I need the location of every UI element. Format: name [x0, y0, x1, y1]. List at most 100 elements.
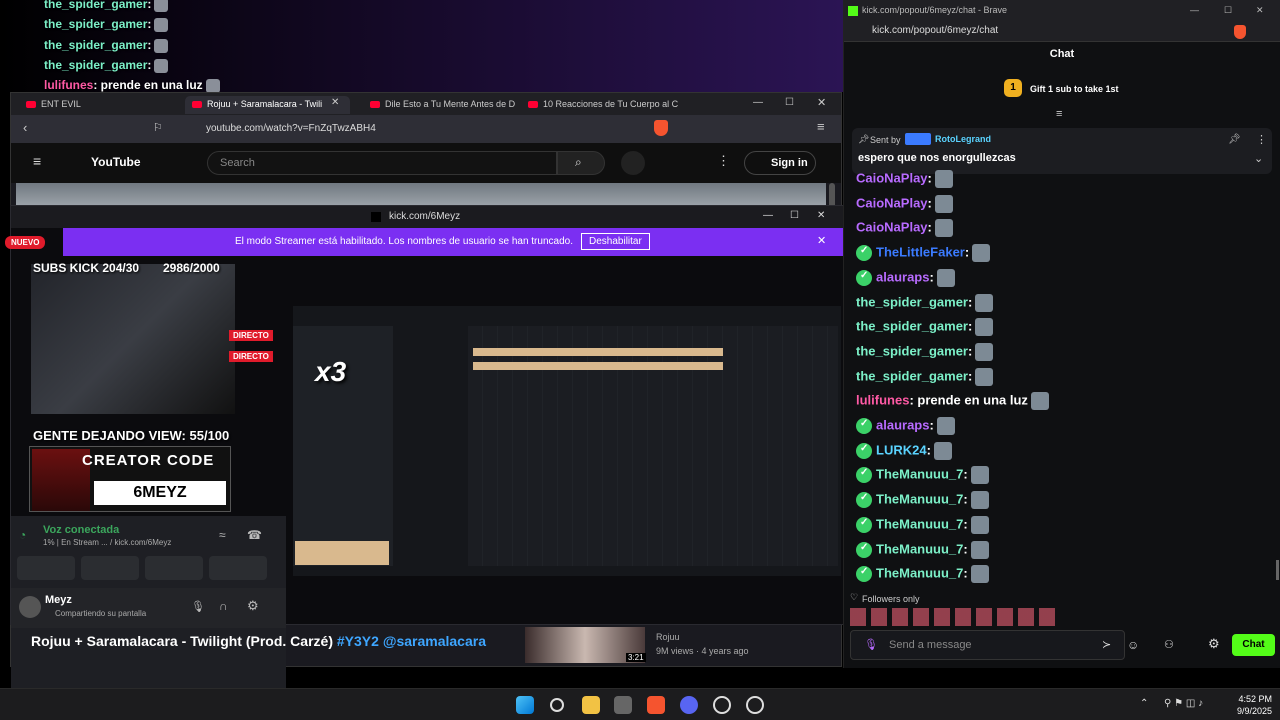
chat-username[interactable]: TheLittleFaker: [876, 245, 965, 260]
close-icon[interactable]: ✕: [1256, 5, 1264, 16]
maximize-icon[interactable]: ☐: [790, 210, 799, 221]
tray-icons[interactable]: ⚲ ⚑ ◫ ♪: [1164, 698, 1203, 709]
chat-urlbar[interactable]: kick.com/popout/6meyz/chat: [844, 22, 1280, 42]
chat-username[interactable]: alauraps: [876, 269, 929, 284]
close-window-icon[interactable]: ✕: [817, 96, 826, 109]
url-field[interactable]: youtube.com/watch?v=FnZqTwzABH4: [181, 119, 651, 139]
brave-shield-icon[interactable]: [654, 120, 668, 136]
calculator-icon[interactable]: [614, 696, 632, 714]
pinned-expand-icon[interactable]: ⌄: [1254, 152, 1263, 165]
back-icon[interactable]: ‹: [23, 120, 27, 135]
emote-icon: [934, 170, 953, 188]
video-title[interactable]: Rojuu + Saramalacara - Twilight (Prod. C…: [31, 633, 486, 649]
emote-icon: [970, 491, 989, 510]
minimize-icon[interactable]: —: [763, 210, 773, 221]
settings-icon[interactable]: [746, 696, 764, 714]
chat-scrollbar[interactable]: [1276, 560, 1279, 580]
tab-1[interactable]: ENT EVIL: [19, 96, 179, 114]
activity-button[interactable]: [145, 556, 203, 580]
kick-titlebar: kick.com/6Meyz — ☐ ✕: [11, 206, 843, 228]
disable-button[interactable]: Deshabilitar: [581, 233, 650, 250]
noise-icon[interactable]: ≈: [219, 528, 226, 542]
overlay-chat-line: the_spider_gamer:: [44, 38, 169, 53]
chat-username[interactable]: CaioNaPlay: [856, 220, 928, 235]
tab-2-active[interactable]: Rojuu + Saramalacara - Twili: [185, 96, 350, 114]
headset-icon[interactable]: ∩: [219, 599, 228, 613]
close-tab-icon[interactable]: ✕: [331, 97, 339, 108]
hamburger-icon[interactable]: ≡: [33, 153, 41, 169]
chat-username[interactable]: the_spider_gamer: [856, 294, 968, 309]
search-icon[interactable]: [550, 698, 564, 712]
search-button[interactable]: ⌕: [557, 151, 605, 175]
command-icon[interactable]: ≻: [1102, 638, 1111, 651]
chat-username[interactable]: TheManuuu_7: [876, 492, 963, 507]
tab-4[interactable]: 10 Reacciones de Tu Cuerpo al C: [521, 96, 691, 114]
screenshare-button[interactable]: [81, 556, 139, 580]
emoji-icon[interactable]: ☺: [1127, 638, 1139, 652]
youtube-logo[interactable]: YouTube: [91, 155, 141, 169]
settings-icon[interactable]: ⚙: [1208, 636, 1220, 652]
chat-username[interactable]: LURK24: [876, 442, 927, 457]
avatar[interactable]: [19, 596, 41, 618]
clock[interactable]: 4:52 PM 9/9/2025: [1222, 693, 1272, 717]
chat-input[interactable]: Send a message: [850, 630, 1125, 660]
sign-in-button[interactable]: Sign in: [744, 151, 816, 175]
mic-icon[interactable]: 🎙︎: [191, 600, 205, 613]
user-status: Compartiendo su pantalla: [55, 609, 147, 618]
overlay-chat-line: the_spider_gamer:: [44, 17, 169, 32]
search-input[interactable]: Search: [207, 151, 557, 175]
chat-username[interactable]: the_spider_gamer: [856, 343, 968, 358]
view-goal: 2986/2000: [163, 261, 220, 275]
chat-username[interactable]: lulifunes: [856, 393, 909, 408]
discord-icon[interactable]: [680, 696, 698, 714]
more-icon[interactable]: ⋮: [717, 153, 730, 169]
send-chat-button[interactable]: Chat: [1232, 634, 1275, 656]
chat-username[interactable]: TheManuuu_7: [876, 541, 963, 556]
chat-username[interactable]: CaioNaPlay: [856, 195, 928, 210]
minimize-icon[interactable]: —: [1190, 5, 1199, 15]
chat-username[interactable]: alauraps: [876, 417, 929, 432]
video-mention[interactable]: @saramalacara: [383, 633, 486, 649]
disconnect-icon[interactable]: ☎: [247, 528, 262, 542]
soundboard-button[interactable]: [209, 556, 267, 580]
users-icon[interactable]: ⚇: [1164, 638, 1174, 651]
creator-code-value: 6MEYZ: [94, 481, 226, 505]
chat-message: the_spider_gamer:: [856, 342, 994, 365]
file-explorer-icon[interactable]: [582, 696, 600, 714]
tray-chevron-icon[interactable]: ⌃: [1140, 698, 1148, 709]
maximize-icon[interactable]: ☐: [785, 97, 794, 108]
video-hashtag[interactable]: #Y3Y2: [337, 633, 379, 649]
menu-icon[interactable]: ≡: [817, 119, 825, 134]
brave-icon[interactable]: [647, 696, 665, 714]
chat-username[interactable]: the_spider_gamer: [856, 368, 968, 383]
close-icon[interactable]: ✕: [817, 210, 825, 221]
pinned-collapse-icon[interactable]: ≡: [1056, 108, 1062, 120]
settings-icon[interactable]: ⚙: [247, 598, 259, 614]
related-channel[interactable]: Rojuu: [656, 632, 680, 642]
start-icon[interactable]: [516, 696, 534, 714]
bookmark-icon[interactable]: ⚐: [153, 121, 163, 134]
chat-username[interactable]: TheManuuu_7: [876, 566, 963, 581]
gift-banner[interactable]: 1 Gift 1 sub to take 1st: [844, 78, 1280, 102]
chat-username[interactable]: the_spider_gamer: [856, 319, 968, 334]
nuevo-badge: NUEVO: [5, 236, 46, 249]
chat-username[interactable]: CaioNaPlay: [856, 170, 928, 185]
close-banner-icon[interactable]: ✕: [817, 234, 826, 247]
unpin-icon[interactable]: 📌︎: [1228, 134, 1241, 145]
mic-icon[interactable]: 🎙︎: [864, 638, 878, 651]
minimize-icon[interactable]: —: [753, 97, 763, 108]
chat-username[interactable]: TheManuuu_7: [876, 516, 963, 531]
audio-clip: [473, 348, 723, 356]
maximize-icon[interactable]: ☐: [1224, 5, 1232, 16]
pinned-user[interactable]: RotoLegrand: [935, 134, 991, 144]
tab-3[interactable]: Dile Esto a Tu Mente Antes de D: [363, 96, 528, 114]
verified-badge-icon: [856, 467, 872, 484]
pinned-more-icon[interactable]: ⋮: [1256, 133, 1267, 146]
emote-icon: [970, 540, 989, 559]
camera-button[interactable]: [17, 556, 75, 580]
emote-icon: [936, 417, 955, 435]
brave-shield-icon[interactable]: [1234, 25, 1246, 39]
chat-username[interactable]: TheManuuu_7: [876, 467, 963, 482]
mic-icon[interactable]: [621, 151, 645, 175]
obs-icon[interactable]: [713, 696, 731, 714]
